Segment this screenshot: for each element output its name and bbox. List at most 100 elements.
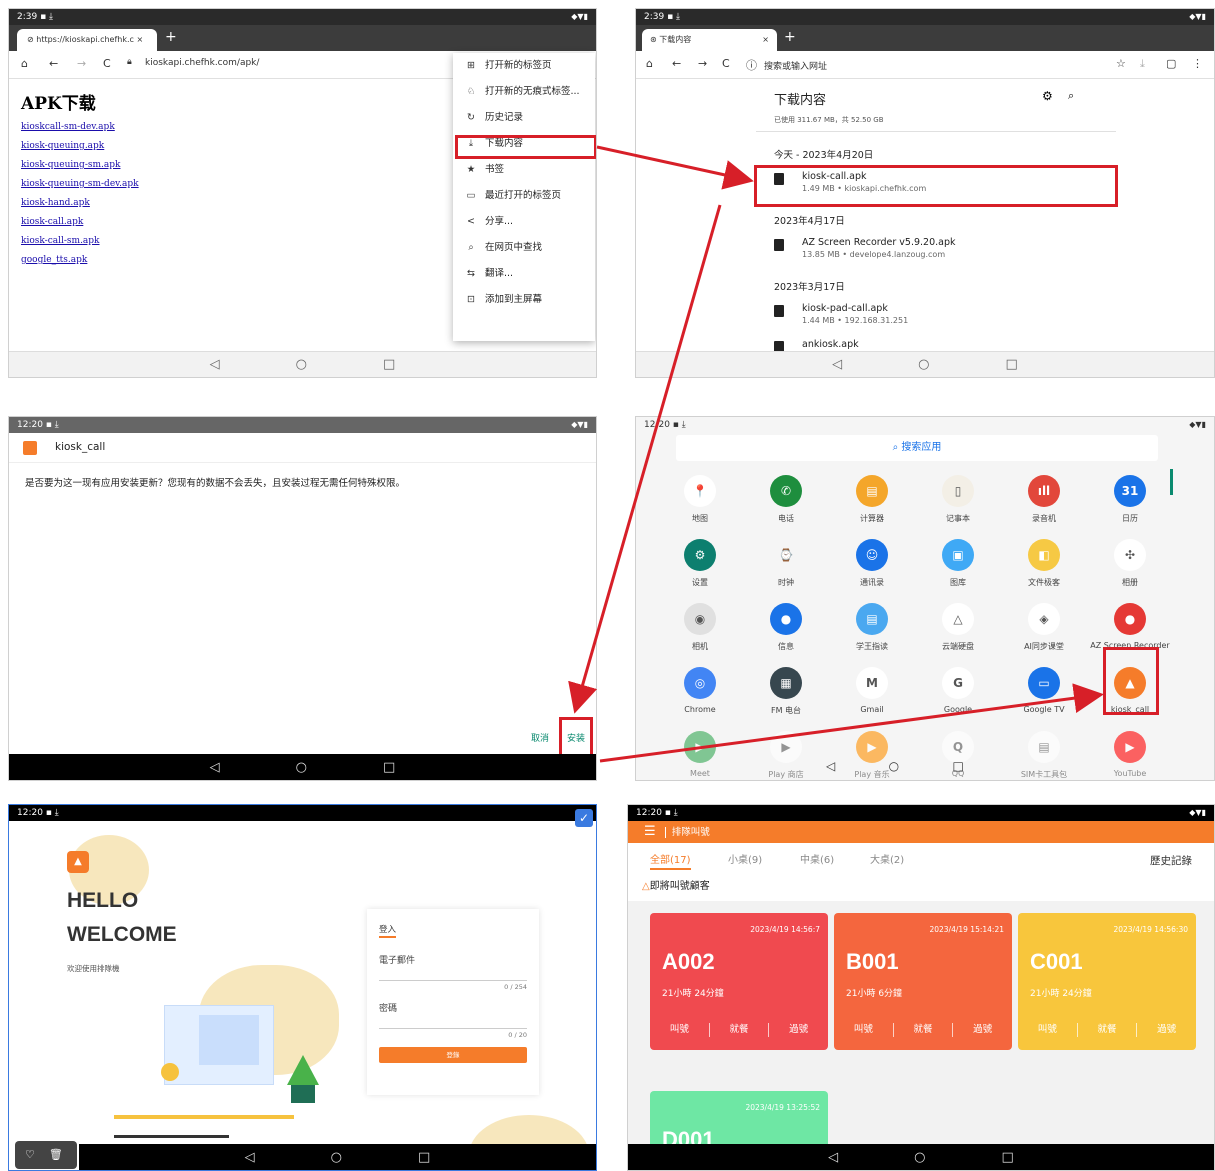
card-action-button[interactable]: 叫號 [1018,1023,1078,1037]
app-icon-item[interactable]: ▭ Google TV [1004,667,1084,714]
recents-nav-icon[interactable]: □ [383,357,395,372]
home-icon[interactable]: ⌂ [21,57,28,70]
app-icon-item[interactable]: ▲ kiosk_call [1090,667,1170,714]
app-icon-item[interactable]: ☺ 通讯录 [832,539,912,588]
menu-item-translate[interactable]: ⇆ 翻译... [453,261,595,287]
back-nav-icon[interactable]: ◁ [210,760,220,775]
apk-link[interactable]: google_tts.apk [21,251,221,270]
download-item[interactable]: kiosk-call.apk 1.49 MB • kioskapi.chefhk… [774,171,1214,193]
card-action-button[interactable]: 叫號 [650,1023,710,1037]
recents-nav-icon[interactable]: □ [383,760,395,775]
menu-item-add-home[interactable]: ⊡ 添加到主屏幕 [453,287,595,313]
app-icon-item[interactable]: 31 日历 [1090,475,1170,524]
recents-nav-icon[interactable]: □ [1002,1150,1014,1165]
history-link[interactable]: 歷史記錄 [1150,853,1192,868]
more-icon[interactable]: ⋮ [1192,57,1203,70]
scroll-indicator[interactable] [1170,469,1173,495]
app-icon-item[interactable]: ⌚ 时钟 [746,539,826,588]
queue-card[interactable]: 2023/4/19 14:56:7 A002 21小時 24分鐘 叫號 就餐 過號 [650,913,828,1050]
browser-tab[interactable]: ⊛ 下载内容 × [642,29,777,51]
menu-item-downloads[interactable]: ⤓ 下载内容 [453,131,595,157]
app-icon-item[interactable]: △ 云端硬盘 [918,603,998,652]
home-nav-icon[interactable]: ○ [331,1150,342,1165]
menu-item-recent-tabs[interactable]: ▭ 最近打开的标签页 [453,183,595,209]
tab-small[interactable]: 小桌(9) [728,851,762,866]
cancel-button[interactable]: 取消 [531,731,549,744]
app-search[interactable]: ⌕ 搜索应用 [676,435,1158,461]
app-icon-item[interactable]: ▶ Play 商店 [746,731,826,780]
app-icon-item[interactable]: ▶ Meet [660,731,740,778]
tab-medium[interactable]: 中桌(6) [800,851,834,866]
home-icon[interactable]: ⌂ [646,57,653,70]
app-icon-item[interactable]: ▦ FM 电台 [746,667,826,716]
install-button[interactable]: 安装 [567,731,585,744]
heart-icon[interactable]: ♡ [25,1148,35,1161]
menu-item-find[interactable]: ⌕ 在网页中查找 [453,235,595,261]
apk-link[interactable]: kiosk-queuing.apk [21,137,221,156]
recents-nav-icon[interactable]: □ [418,1150,430,1165]
url-text[interactable]: kioskapi.chefhk.com/apk/ [145,58,259,68]
apk-link[interactable]: kiosk-queuing-sm-dev.apk [21,175,221,194]
app-icon-item[interactable]: ▶ YouTube [1090,731,1170,778]
home-nav-icon[interactable]: ○ [296,357,307,372]
card-action-button[interactable]: 過號 [769,1023,828,1037]
search-icon[interactable]: ⌕ [1068,89,1074,103]
app-icon-item[interactable]: ▣ 图库 [918,539,998,588]
settings-icon[interactable]: ⚙ [1042,89,1053,103]
app-icon-item[interactable]: ◈ AI同步课堂 [1004,603,1084,652]
new-tab-icon[interactable]: + [165,29,177,45]
card-action-button[interactable]: 過號 [1137,1023,1196,1037]
apk-link[interactable]: kiosk-call-sm.apk [21,232,221,251]
tab-large[interactable]: 大桌(2) [870,851,904,866]
app-icon-item[interactable]: ▤ 计算器 [832,475,912,524]
back-icon[interactable]: ← [49,57,58,70]
app-icon-item[interactable]: ✣ 相册 [1090,539,1170,588]
apk-link[interactable]: kiosk-call.apk [21,213,221,232]
app-icon-item[interactable]: ▤ 学王指读 [832,603,912,652]
download-item[interactable]: AZ Screen Recorder v5.9.20.apk 13.85 MB … [774,237,1214,259]
card-action-button[interactable]: 過號 [953,1023,1012,1037]
app-icon-item[interactable]: ◧ 文件极客 [1004,539,1084,588]
tab-count-icon[interactable]: ▢ [1166,57,1176,70]
menu-item-bookmarks[interactable]: ★ 书签 [453,157,595,183]
app-icon-item[interactable]: ◉ 相机 [660,603,740,652]
recents-nav-icon[interactable]: □ [1006,357,1018,372]
queue-card[interactable]: 2023/4/19 14:56:30 C001 21小時 24分鐘 叫號 就餐 過號 [1018,913,1196,1050]
browser-tab[interactable]: ⊘ https://kioskapi.chefhk.c × [17,29,157,51]
download-item[interactable]: kiosk-pad-call.apk 1.44 MB • 192.168.31.… [774,303,1214,325]
app-icon-item[interactable]: ◎ Chrome [660,667,740,714]
app-icon-item[interactable]: ıll 录音机 [1004,475,1084,524]
download-item[interactable]: ankiosk.apk ⋮ [774,339,1214,356]
menu-item-new-tab[interactable]: ⊞ 打开新的标签页 [453,53,595,79]
back-nav-icon[interactable]: ◁ [245,1150,255,1165]
back-nav-icon[interactable]: ◁ [210,357,220,372]
apk-link[interactable]: kiosk-queuing-sm.apk [21,156,221,175]
back-nav-icon[interactable]: ◁ [828,1150,838,1165]
forward-icon[interactable]: → [698,57,707,70]
app-icon-item[interactable]: ● AZ Screen Recorder [1090,603,1170,650]
password-field[interactable] [379,1017,527,1029]
tab-all[interactable]: 全部(17) [650,851,691,870]
app-icon-item[interactable]: ● 信息 [746,603,826,652]
app-icon-item[interactable]: 📍 地图 [660,475,740,524]
home-nav-icon[interactable]: ○ [296,760,307,775]
app-icon-item[interactable]: G Google [918,667,998,714]
download-icon[interactable]: ⤓ [1140,57,1145,71]
card-action-button[interactable]: 就餐 [1078,1023,1138,1037]
reload-icon[interactable]: C [103,57,111,70]
card-action-button[interactable]: 就餐 [710,1023,770,1037]
email-field[interactable] [379,969,527,981]
menu-item-incognito[interactable]: ♘ 打开新的无痕式标签... [453,79,595,105]
apk-link[interactable]: kiosk-hand.apk [21,194,221,213]
app-icon-item[interactable]: ▯ 记事本 [918,475,998,524]
home-nav-icon[interactable]: ○ [914,1150,925,1165]
app-icon-item[interactable]: ✆ 电话 [746,475,826,524]
trash-icon[interactable]: 🗑︎ [49,1148,63,1161]
app-icon-item[interactable]: ▤ SIM卡工具包 [1004,731,1084,780]
new-tab-icon[interactable]: + [784,29,796,45]
card-action-button[interactable]: 叫號 [834,1023,894,1037]
queue-card[interactable]: 2023/4/19 15:14:21 B001 21小時 6分鐘 叫號 就餐 過號 [834,913,1012,1050]
reload-icon[interactable]: C [722,57,730,70]
menu-item-share[interactable]: < 分享... [453,209,595,235]
back-nav-icon[interactable]: ◁ [832,357,842,372]
